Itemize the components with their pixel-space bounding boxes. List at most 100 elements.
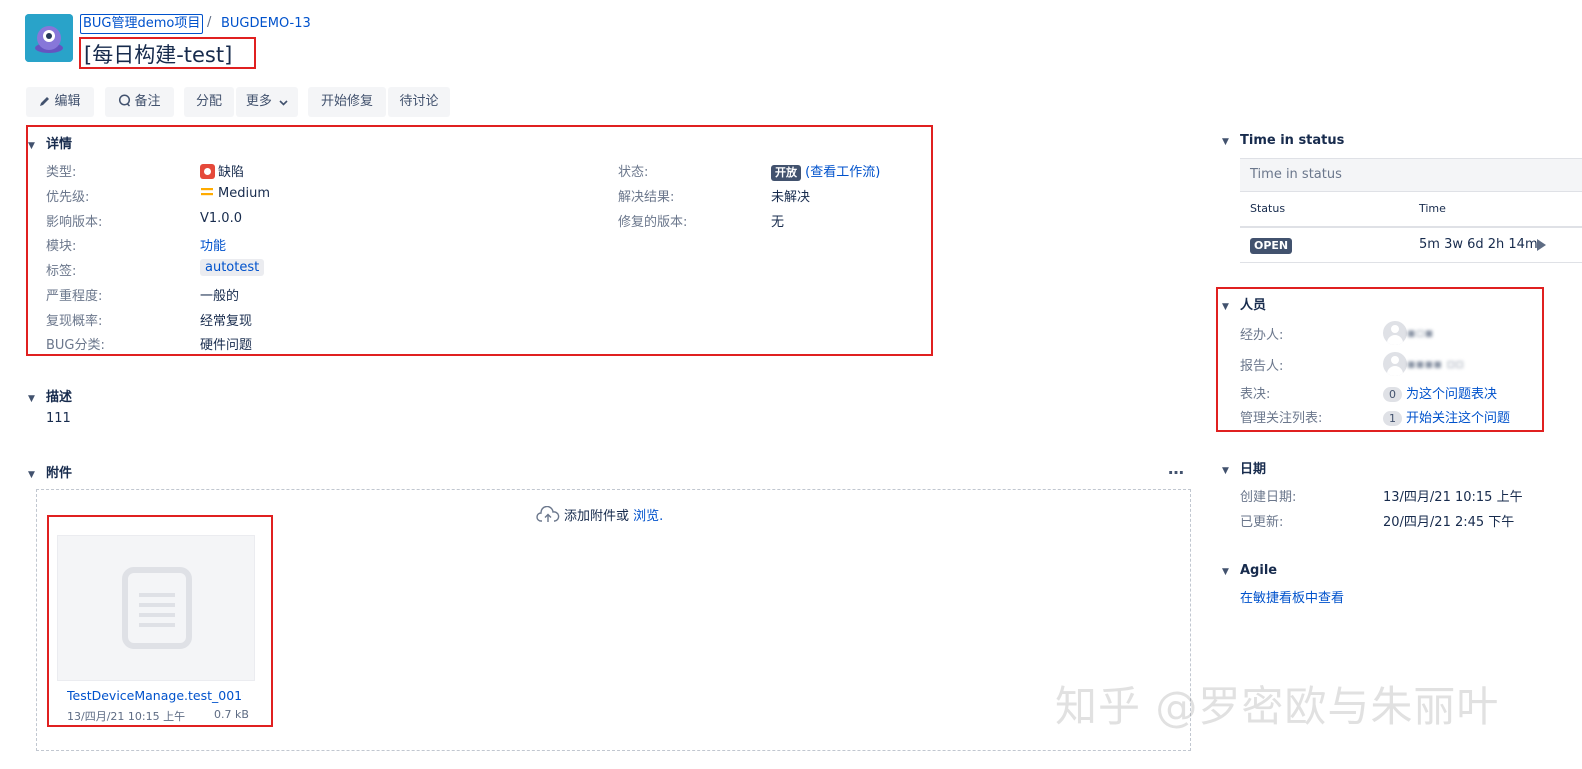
column-status: Status: [1250, 202, 1286, 215]
play-arrow-icon[interactable]: [1536, 239, 1546, 251]
assignee-user[interactable]: ▪▫▪: [1383, 321, 1433, 345]
detail-label-reproducibility: 复现概率:: [46, 314, 103, 329]
column-time: Time: [1419, 202, 1446, 215]
detail-value-label-tag[interactable]: autotest: [200, 259, 265, 276]
comment-button-label: 备注: [134, 94, 161, 109]
chevron-down-icon: [279, 100, 288, 106]
description-text[interactable]: 111: [46, 411, 71, 426]
watchers-value: 1 开始关注这个问题: [1383, 407, 1510, 426]
time-in-status-section-toggle[interactable]: ▼ Time in status: [1222, 133, 1344, 148]
document-icon: [122, 567, 192, 649]
time-in-status-panel-title: Time in status: [1250, 167, 1342, 182]
detail-label-type: 类型:: [46, 165, 77, 180]
detail-label-status: 状态:: [618, 165, 649, 180]
user-avatar-icon: [1383, 352, 1407, 376]
details-section-toggle[interactable]: ▼ 详情: [28, 133, 72, 152]
project-avatar-icon: [25, 14, 73, 62]
people-label-reporter: 报告人:: [1240, 359, 1284, 374]
comment-button[interactable]: 备注: [105, 87, 174, 117]
comment-icon: [119, 94, 131, 107]
chevron-down-icon: ▼: [28, 141, 35, 151]
agile-heading: Agile: [1240, 563, 1278, 578]
edit-button-label: 编辑: [54, 94, 81, 109]
detail-value-bug-category: 硬件问题: [200, 338, 253, 353]
edit-button[interactable]: 编辑: [26, 87, 94, 117]
attachments-section-toggle[interactable]: ▼ 附件: [28, 462, 72, 481]
breadcrumb-issue-key[interactable]: BUGDEMO-13: [221, 16, 311, 31]
drop-zone-prompt: 添加附件或 浏览.: [536, 505, 663, 524]
detail-label-bug-category: BUG分类:: [46, 338, 105, 353]
watchers-count: 1: [1383, 411, 1402, 426]
drop-zone-text: 添加附件或: [564, 509, 630, 524]
view-workflow-link[interactable]: (查看工作流): [805, 165, 880, 180]
detail-label-priority: 优先级:: [46, 190, 90, 205]
dates-label-updated: 已更新:: [1240, 515, 1284, 530]
dates-heading: 日期: [1240, 462, 1267, 477]
attachment-thumbnail[interactable]: [57, 535, 255, 681]
project-avatar[interactable]: [25, 14, 73, 62]
status-open-lozenge: OPEN: [1250, 238, 1293, 254]
detail-value-severity: 一般的: [200, 289, 240, 304]
breadcrumb-separator: /: [207, 15, 212, 30]
status-lozenge: 开放: [771, 165, 801, 181]
attachment-file-date: 13/四月/21 10:15 上午: [67, 710, 186, 723]
chevron-down-icon: ▼: [28, 470, 35, 480]
cloud-upload-icon: [536, 505, 560, 522]
dates-label-created: 创建日期:: [1240, 490, 1297, 505]
chevron-down-icon: ▼: [1222, 137, 1229, 147]
chevron-down-icon: ▼: [28, 394, 35, 404]
votes-value: 0 为这个问题表决: [1383, 383, 1497, 402]
votes-count: 0: [1383, 387, 1402, 402]
more-button[interactable]: 更多: [236, 87, 298, 117]
attachments-more-icon[interactable]: …: [1168, 459, 1184, 478]
issue-summary[interactable]: [每日构建-test]: [84, 39, 232, 69]
agile-section-toggle[interactable]: ▼ Agile: [1222, 563, 1277, 578]
watermark-text: 知乎 @罗密欧与朱丽叶: [1055, 682, 1500, 731]
details-highlight-box: [26, 125, 933, 356]
assign-button[interactable]: 分配: [184, 87, 234, 117]
dates-value-created: 13/四月/21 10:15 上午: [1383, 490, 1523, 505]
discuss-button[interactable]: 待讨论: [388, 87, 450, 117]
vote-link[interactable]: 为这个问题表决: [1406, 387, 1497, 402]
time-in-status-row: OPEN 5m 3w 6d 2h 14m: [1240, 229, 1582, 263]
bug-icon: [200, 164, 215, 179]
time-in-status-heading: Time in status: [1240, 133, 1345, 148]
detail-label-resolution: 解决结果:: [618, 190, 675, 205]
pencil-icon: [40, 97, 50, 106]
people-label-assignee: 经办人:: [1240, 328, 1284, 343]
detail-label-labels: 标签:: [46, 264, 77, 279]
people-label-watchers: 管理关注列表:: [1240, 411, 1323, 426]
detail-value-fix-version: 无: [771, 215, 785, 230]
detail-value-type-text: 缺陷: [218, 165, 245, 180]
time-in-status-panel-header: Time in status: [1240, 158, 1582, 192]
priority-medium-icon: [201, 188, 213, 196]
chevron-down-icon: ▼: [1222, 567, 1229, 577]
time-in-status-table-head: Status Time: [1240, 192, 1582, 228]
start-progress-button[interactable]: 开始修复: [308, 87, 386, 117]
breadcrumb-project-link[interactable]: BUG管理demo项目: [80, 14, 204, 34]
detail-value-resolution: 未解决: [771, 190, 811, 205]
attachment-file-size: 0.7 kB: [214, 708, 249, 721]
reporter-user[interactable]: ▪▪▪▪ ▫▫: [1383, 352, 1464, 376]
detail-value-component[interactable]: 功能: [200, 235, 226, 254]
people-section-toggle[interactable]: ▼ 人员: [1222, 294, 1266, 313]
details-heading: 详情: [46, 137, 73, 152]
view-on-board-link[interactable]: 在敏捷看板中查看: [1240, 587, 1344, 606]
more-button-label: 更多: [245, 94, 272, 109]
detail-value-affects-version: V1.0.0: [200, 211, 242, 226]
user-avatar-icon: [1383, 321, 1407, 345]
attachment-file-name[interactable]: TestDeviceManage.test_0010: [67, 688, 243, 703]
detail-label-component: 模块:: [46, 239, 77, 254]
watch-link[interactable]: 开始关注这个问题: [1406, 411, 1510, 426]
detail-label-severity: 严重程度:: [46, 289, 103, 304]
browse-link[interactable]: 浏览.: [633, 509, 663, 524]
reporter-name-redacted: ▪▪▪▪ ▫▫: [1407, 356, 1464, 372]
time-in-status-value: 5m 3w 6d 2h 14m: [1419, 237, 1538, 252]
chevron-down-icon: ▼: [1222, 302, 1229, 312]
chevron-down-icon: ▼: [1222, 466, 1229, 476]
description-heading: 描述: [46, 390, 73, 405]
attachments-heading: 附件: [46, 466, 73, 481]
dates-value-updated: 20/四月/21 2:45 下午: [1383, 515, 1515, 530]
dates-section-toggle[interactable]: ▼ 日期: [1222, 458, 1266, 477]
description-section-toggle[interactable]: ▼ 描述: [28, 386, 72, 405]
